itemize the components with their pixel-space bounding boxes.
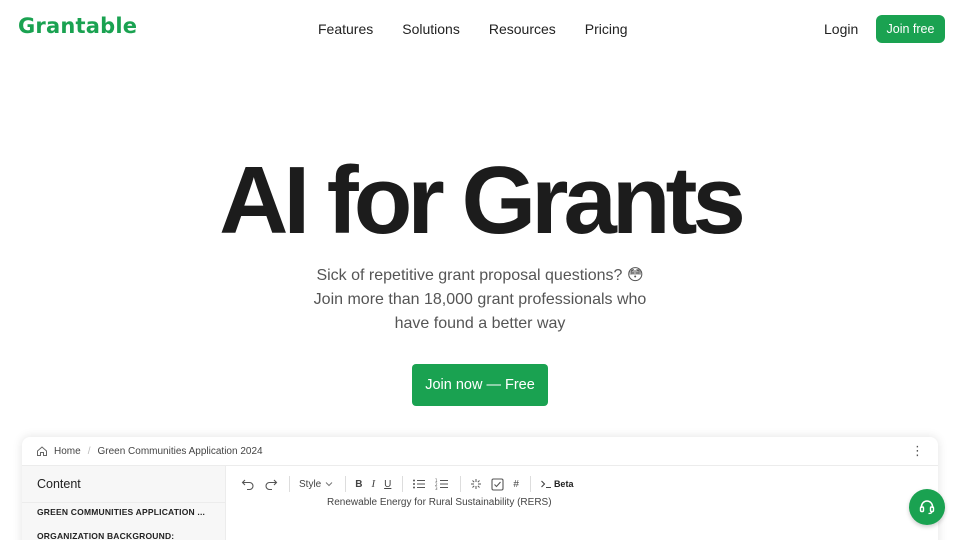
toolbar-separator xyxy=(289,476,290,492)
chevron-down-icon xyxy=(325,482,333,487)
join-now-button[interactable]: Join now — Free xyxy=(412,364,548,406)
bullet-list-icon[interactable] xyxy=(412,474,426,494)
home-icon[interactable] xyxy=(36,445,48,457)
svg-text:3: 3 xyxy=(435,486,438,490)
breadcrumb-home[interactable]: Home xyxy=(54,446,81,457)
style-dropdown-label: Style xyxy=(299,478,322,490)
sidebar-item-green-communities[interactable]: GREEN COMMUNITIES APPLICATION ... xyxy=(37,507,205,517)
breadcrumb-separator: / xyxy=(87,445,91,457)
nav-link-solutions[interactable]: Solutions xyxy=(402,21,460,37)
hero-subtitle-line-2: Join more than 18,000 grant professional… xyxy=(313,291,647,308)
app-preview: Home / Green Communities Application 202… xyxy=(22,437,938,540)
top-nav: Grantable Features Solutions Resources P… xyxy=(0,0,960,58)
breadcrumb-document[interactable]: Green Communities Application 2024 xyxy=(97,446,262,457)
numbered-list-icon[interactable]: 123 xyxy=(435,474,449,494)
hash-icon[interactable]: # xyxy=(513,474,519,494)
hero-subtitle-line-3: have found a better way xyxy=(394,315,566,332)
headset-icon xyxy=(919,500,935,515)
command-icon[interactable]: Beta xyxy=(540,474,574,494)
grantable-logo[interactable]: Grantable xyxy=(18,14,137,38)
document-text-line: Renewable Energy for Rural Sustainabilit… xyxy=(327,497,552,508)
toolbar-separator xyxy=(460,476,462,492)
hero-subtitle: Sick of repetitive grant proposal questi… xyxy=(0,264,960,336)
bold-button[interactable]: B xyxy=(355,474,362,494)
nav-link-resources[interactable]: Resources xyxy=(489,21,556,37)
main-nav-links: Features Solutions Resources Pricing xyxy=(318,21,628,37)
sidebar-title: Content xyxy=(37,477,81,491)
toolbar-separator xyxy=(345,476,347,492)
redo-icon[interactable] xyxy=(264,474,278,494)
checkbox-icon[interactable] xyxy=(491,474,504,494)
nav-link-pricing[interactable]: Pricing xyxy=(585,21,628,37)
kebab-menu-icon[interactable]: ⋮ xyxy=(911,443,924,459)
divider xyxy=(22,502,226,503)
hero-title: AI for Grants xyxy=(219,147,746,254)
toolbar-separator xyxy=(529,476,531,492)
content-sidebar: Content GREEN COMMUNITIES APPLICATION ..… xyxy=(22,466,226,540)
magic-icon[interactable] xyxy=(470,474,482,494)
style-dropdown[interactable]: Style xyxy=(299,474,334,494)
toolbar-separator xyxy=(402,476,404,492)
nav-link-features[interactable]: Features xyxy=(318,21,373,37)
undo-icon[interactable] xyxy=(241,474,255,494)
breadcrumb: Home / Green Communities Application 202… xyxy=(22,437,938,465)
underline-button[interactable]: U xyxy=(384,474,391,494)
hero-subtitle-line-1: Sick of repetitive grant proposal questi… xyxy=(316,267,644,284)
sidebar-item-organization-background[interactable]: ORGANIZATION BACKGROUND: xyxy=(37,531,174,540)
beta-badge: Beta xyxy=(553,479,574,489)
help-chat-button[interactable] xyxy=(909,489,945,525)
italic-button[interactable]: I xyxy=(371,474,375,494)
login-link[interactable]: Login xyxy=(824,21,858,37)
join-free-button[interactable]: Join free xyxy=(876,15,945,43)
